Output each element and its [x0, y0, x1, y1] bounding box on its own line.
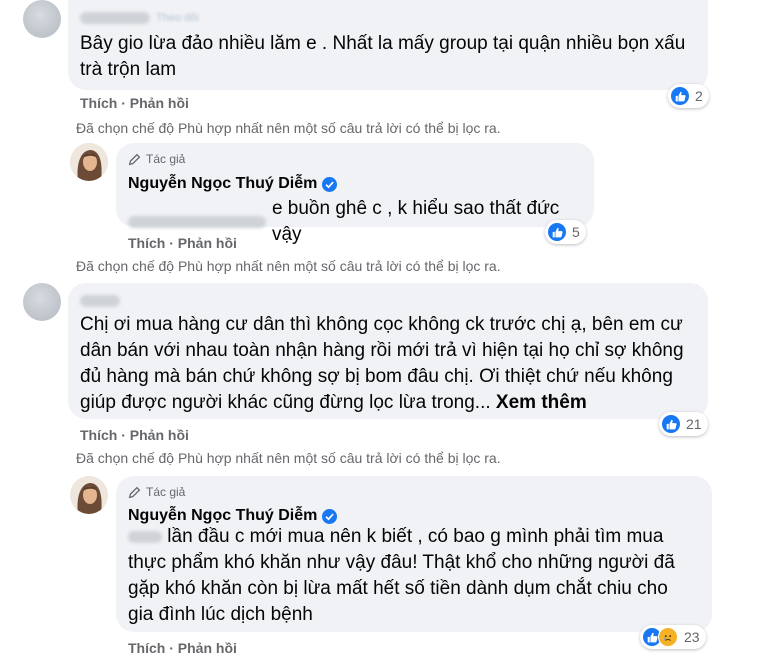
author-avatar[interactable]	[70, 143, 108, 181]
comment-text: e buồn ghê c , k hiểu sao thất đức vậy	[271, 198, 560, 245]
see-more-link[interactable]: Xem thêm	[496, 392, 587, 413]
reaction-count: 21	[686, 416, 702, 432]
reply-link[interactable]: Phản hồi	[130, 427, 189, 443]
reaction-summary[interactable]: 5	[545, 220, 586, 244]
comment-actions: Thích · Phản hồi	[128, 640, 237, 656]
like-link[interactable]: Thích	[80, 95, 117, 111]
author-name[interactable]: Nguyễn Ngọc Thuý Diễm	[128, 175, 317, 193]
author-avatar[interactable]	[70, 476, 108, 514]
blurred-commenter-name[interactable]: Theo dõi	[80, 9, 199, 27]
verified-badge-icon	[322, 176, 338, 192]
author-name-row: Nguyễn Ngọc Thuý Diễm	[128, 175, 338, 193]
dot-separator: ·	[169, 640, 178, 656]
reply-link[interactable]: Phản hồi	[178, 640, 237, 656]
reply-link[interactable]: Phản hồi	[178, 235, 237, 251]
reply-link[interactable]: Phản hồi	[130, 95, 189, 111]
comment-actions: Thích · Phản hồi	[128, 235, 237, 251]
comment-text-block: Chị ơi mua hàng cư dân thì không cọc khô…	[80, 312, 694, 416]
author-photo-icon	[70, 476, 108, 514]
reaction-count: 5	[572, 224, 580, 240]
comment-text: Bây gio lừa đảo nhiều lăm e . Nhất la mấ…	[80, 33, 686, 80]
like-link[interactable]: Thích	[128, 235, 165, 251]
like-icon	[548, 223, 566, 241]
reaction-count: 2	[695, 88, 703, 104]
filter-notice: Đã chọn chế độ Phù hợp nhất nên một số c…	[76, 258, 501, 274]
like-icon	[671, 87, 689, 105]
like-icon	[662, 415, 680, 433]
comment-bubble: Theo dõi Bây gio lừa đảo nhiều lăm e . N…	[68, 0, 708, 90]
comment-actions: Thích · Phản hồi	[80, 427, 189, 443]
sad-icon	[658, 627, 678, 647]
reaction-summary[interactable]: 23	[640, 625, 706, 649]
comment-text: lần đầu c mới mua nên k biết , có bao g …	[128, 526, 675, 625]
verified-badge-icon	[322, 508, 338, 524]
filter-notice: Đã chọn chế độ Phù hợp nhất nên một số c…	[76, 450, 501, 466]
mentioned-user[interactable]	[128, 216, 266, 228]
blurred-commenter-name[interactable]	[80, 292, 120, 310]
reaction-summary[interactable]: 21	[659, 412, 708, 436]
dot-separator: ·	[121, 95, 130, 111]
comment-text: Chị ơi mua hàng cư dân thì không cọc khô…	[80, 314, 684, 413]
author-tag: Tác giả	[128, 485, 185, 499]
author-tag: Tác giả	[128, 152, 185, 166]
comment-bubble: Chị ơi mua hàng cư dân thì không cọc khô…	[68, 283, 708, 419]
commenter-avatar[interactable]	[23, 0, 61, 38]
dot-separator: ·	[121, 427, 130, 443]
pen-icon	[128, 153, 141, 165]
filter-notice: Đã chọn chế độ Phù hợp nhất nên một số c…	[76, 120, 501, 136]
author-photo-icon	[70, 143, 108, 181]
commenter-avatar[interactable]	[23, 283, 61, 321]
dot-separator: ·	[169, 235, 178, 251]
comment-actions: Thích · Phản hồi	[80, 95, 189, 111]
author-tag-label: Tác giả	[146, 152, 186, 166]
author-name[interactable]: Nguyễn Ngọc Thuý Diễm	[128, 507, 317, 525]
author-name-row: Nguyễn Ngọc Thuý Diễm	[128, 507, 338, 525]
pen-icon	[128, 486, 141, 498]
reaction-summary[interactable]: 2	[668, 84, 709, 108]
author-comment-bubble: Tác giả Nguyễn Ngọc Thuý Diễm lần đầu c …	[116, 476, 712, 632]
like-link[interactable]: Thích	[80, 427, 117, 443]
like-link[interactable]: Thích	[128, 640, 165, 656]
comment-text-block: lần đầu c mới mua nên k biết , có bao g …	[128, 524, 698, 628]
author-comment-bubble: Tác giả Nguyễn Ngọc Thuý Diễm e buồn ghê…	[116, 143, 594, 245]
author-tag-label: Tác giả	[146, 485, 186, 499]
reaction-count: 23	[684, 629, 700, 645]
mentioned-user[interactable]	[128, 530, 162, 543]
